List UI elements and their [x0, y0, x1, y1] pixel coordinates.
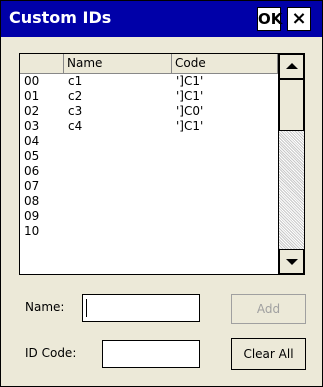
- row-name: c2: [68, 89, 83, 103]
- row-code: ']C1': [176, 74, 204, 88]
- row-index: 05: [24, 149, 40, 163]
- list-header: Name Code: [20, 54, 278, 74]
- custom-ids-list[interactable]: Name Code 00 c1 ']C1' 01 c2 ']C1' 02 c3 …: [19, 53, 305, 275]
- list-rows: 00 c1 ']C1' 01 c2 ']C1' 02 c3 ']C0' 03 c…: [20, 74, 278, 239]
- list-row[interactable]: 00 c1 ']C1': [20, 74, 278, 89]
- row-name: c1: [68, 74, 83, 88]
- triangle-up-icon: [286, 63, 298, 69]
- row-code: ']C1': [176, 89, 204, 103]
- row-index: 01: [24, 89, 40, 103]
- close-button[interactable]: ×: [287, 7, 311, 31]
- column-header-code[interactable]: Code: [172, 54, 278, 73]
- list-row[interactable]: 02 c3 ']C0': [20, 104, 278, 119]
- row-name: c3: [68, 104, 83, 118]
- id-code-field[interactable]: [102, 340, 200, 368]
- clear-all-button[interactable]: Clear All: [231, 338, 306, 370]
- row-index: 02: [24, 104, 40, 118]
- name-field[interactable]: [82, 294, 200, 322]
- list-row[interactable]: 04: [20, 134, 278, 149]
- row-name: c4: [68, 119, 83, 133]
- row-index: 08: [24, 194, 40, 208]
- list-row[interactable]: 06: [20, 164, 278, 179]
- column-header-name[interactable]: Name: [64, 54, 172, 73]
- add-button[interactable]: Add: [231, 294, 306, 324]
- row-code: ']C0': [176, 104, 204, 118]
- row-index: 04: [24, 134, 40, 148]
- scroll-down-button[interactable]: [279, 249, 304, 274]
- ok-button[interactable]: OK: [257, 7, 282, 31]
- dialog-title: Custom IDs: [9, 8, 112, 27]
- custom-ids-dialog: Custom IDs OK × Name Code 00 c1 ']C1' 01…: [0, 0, 323, 387]
- list-row[interactable]: 09: [20, 209, 278, 224]
- list-row[interactable]: 08: [20, 194, 278, 209]
- id-code-label: ID Code:: [25, 346, 77, 360]
- row-index: 10: [24, 224, 40, 238]
- row-index: 00: [24, 74, 40, 88]
- scroll-up-button[interactable]: [279, 54, 304, 79]
- name-label: Name:: [25, 300, 65, 314]
- list-row[interactable]: 01 c2 ']C1': [20, 89, 278, 104]
- title-bar: Custom IDs OK ×: [1, 1, 322, 37]
- row-index: 06: [24, 164, 40, 178]
- column-header-index[interactable]: [20, 54, 64, 73]
- list-row[interactable]: 07: [20, 179, 278, 194]
- text-caret: [86, 299, 87, 317]
- vertical-scrollbar[interactable]: [278, 54, 304, 274]
- row-index: 09: [24, 209, 40, 223]
- list-row[interactable]: 10: [20, 224, 278, 239]
- triangle-down-icon: [286, 259, 298, 265]
- scroll-thumb[interactable]: [279, 79, 304, 131]
- row-index: 03: [24, 119, 40, 133]
- list-row[interactable]: 05: [20, 149, 278, 164]
- row-code: ']C1': [176, 119, 204, 133]
- list-row[interactable]: 03 c4 ']C1': [20, 119, 278, 134]
- row-index: 07: [24, 179, 40, 193]
